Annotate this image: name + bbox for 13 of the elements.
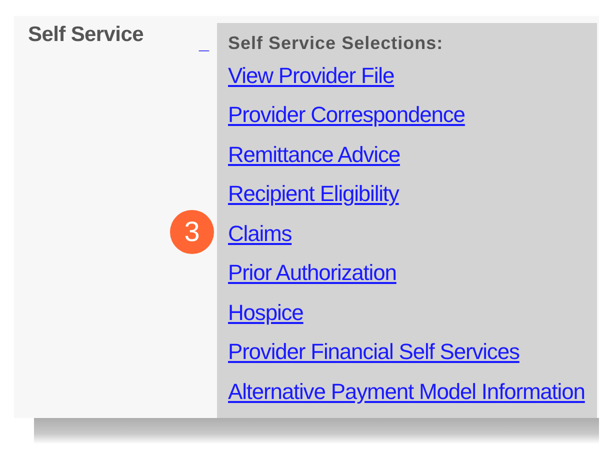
selection-link[interactable]: Prior Authorization — [228, 260, 396, 286]
selection-link[interactable]: Provider Financial Self Services — [228, 339, 520, 364]
selection-link[interactable]: Alternative Payment Model Information — [228, 378, 585, 404]
selection-link[interactable]: Provider Correspondence — [228, 102, 465, 128]
step-badge: 3 — [170, 210, 214, 254]
selection-link[interactable]: Recipient Eligibility — [228, 181, 399, 206]
collapse-link[interactable]: _ — [199, 33, 210, 53]
selection-link[interactable]: Remittance Advice — [228, 142, 400, 167]
section-title: Self Service — [28, 23, 144, 46]
selection-link[interactable]: Claims — [228, 220, 292, 246]
selection-link[interactable]: View Provider File — [228, 63, 394, 88]
selections-heading: Self Service Selections: — [228, 33, 444, 54]
selection-link[interactable]: Hospice — [228, 300, 304, 325]
